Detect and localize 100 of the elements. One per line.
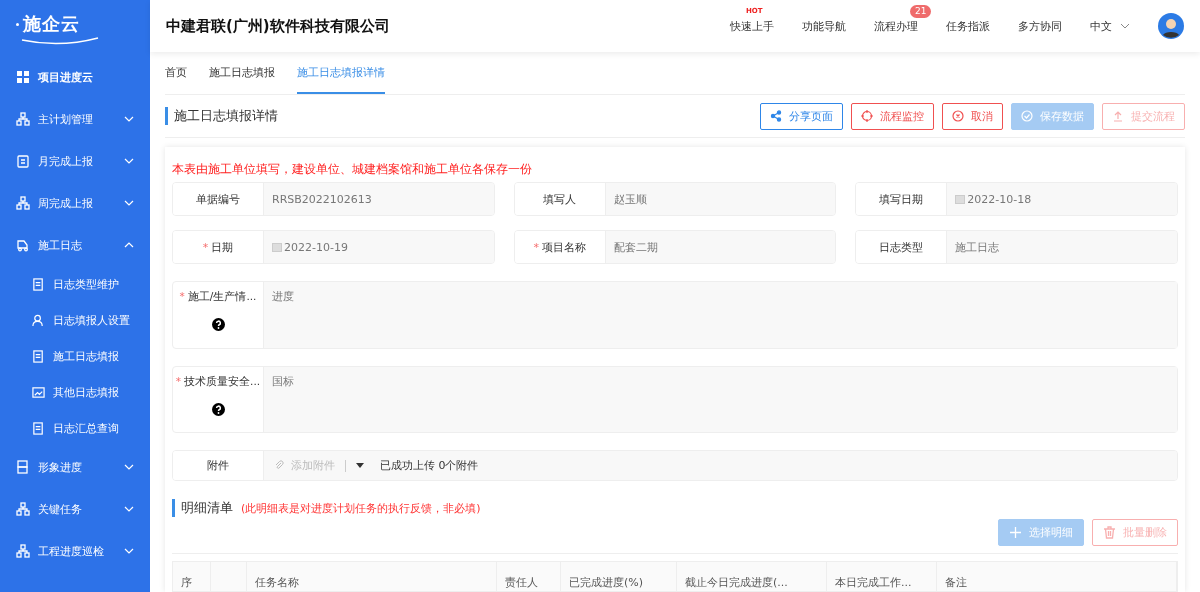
clipboard-icon <box>16 154 30 168</box>
sidebar-subitem[interactable]: 施工日志填报 <box>0 338 150 374</box>
company-name: 中建君联(广州)软件科技有限公司 <box>166 16 391 36</box>
sidebar-item[interactable]: 形象进度 <box>0 446 150 488</box>
share-icon <box>770 110 782 122</box>
field-value: RRSB2022102613 <box>272 192 372 206</box>
calendar-icon <box>955 194 966 204</box>
sidebar-item[interactable]: 项目进度云 <box>0 56 150 98</box>
form-field[interactable]: 日志类型 施工日志 <box>855 230 1178 264</box>
count-badge: 21 <box>910 4 932 18</box>
stack-icon <box>16 460 30 474</box>
sidebar-subitem[interactable]: 日志填报人设置 <box>0 302 150 338</box>
form-field[interactable]: 填写人 赵玉顺 <box>513 182 837 216</box>
field-label: 填写人 <box>543 191 577 207</box>
dropdown-caret-icon[interactable] <box>356 463 364 469</box>
sidebar-item[interactable]: 关键任务 <box>0 488 150 530</box>
chevron-down-icon <box>124 116 134 122</box>
language-select[interactable]: 中文 <box>1090 18 1130 34</box>
upload-status: 已成功上传 0个附件 <box>380 458 479 474</box>
field-value: 国标 <box>272 374 294 388</box>
column-header: 任务名称 <box>255 575 299 590</box>
chevron-up-icon <box>124 242 134 248</box>
field-value: 2022-10-18 <box>967 192 1032 206</box>
column-header: 序 <box>181 575 192 590</box>
hierarchy-icon <box>16 544 30 558</box>
field-value: 施工日志 <box>955 239 1000 255</box>
help-icon[interactable] <box>211 318 225 331</box>
document-icon <box>32 349 45 363</box>
document-icon <box>32 421 45 435</box>
sidebar-item[interactable]: 月完成上报 <box>0 140 150 182</box>
hierarchy-icon <box>16 112 30 126</box>
form-field[interactable]: 单据编号 RRSB2022102613 <box>172 182 495 216</box>
nav-link[interactable]: 流程办理 <box>874 18 918 34</box>
hierarchy-icon <box>16 502 30 516</box>
text-area-field[interactable]: * 技术质量安全... 国标 <box>172 365 1178 434</box>
sidebar-subitem[interactable]: 其他日志填报 <box>0 374 150 410</box>
user-icon <box>32 313 45 327</box>
field-value: 配套二期 <box>613 239 658 255</box>
chevron-down-icon <box>1120 23 1130 29</box>
nav-link[interactable]: 快速上手 <box>730 18 774 34</box>
sidebar-item[interactable]: 工程进度巡检 <box>0 530 150 572</box>
sidebar-item[interactable]: 主计划管理 <box>0 98 150 140</box>
column-header: 备注 <box>945 575 967 590</box>
chevron-down-icon <box>124 548 134 554</box>
field-value: 进度 <box>272 290 294 303</box>
field-label: 附件 <box>207 458 229 474</box>
help-icon[interactable] <box>211 402 225 416</box>
action-button[interactable]: 分享页面 <box>760 102 843 130</box>
sidebar-item[interactable]: 施工日志 <box>0 224 150 266</box>
tab[interactable]: 施工日志填报 <box>209 52 275 94</box>
calendar-icon <box>272 242 282 252</box>
required-mark: * <box>179 290 185 304</box>
chevron-down-icon <box>124 464 134 470</box>
field-label: 技术质量安全... <box>184 374 261 389</box>
avatar-icon[interactable] <box>1158 13 1184 39</box>
action-button[interactable]: 流程监控 <box>851 102 934 130</box>
document-icon <box>32 277 45 291</box>
plus-icon <box>1009 526 1022 540</box>
form-field[interactable]: * 项目名称 配套二期 <box>513 230 837 264</box>
form-field[interactable]: 填写日期 2022-10-18 <box>855 182 1178 216</box>
section-title: 明细清单 <box>172 499 233 518</box>
logo: 施企云 <box>0 0 150 48</box>
required-mark: * <box>533 240 539 254</box>
nav-link[interactable]: 任务指派 <box>946 18 990 34</box>
truck-icon <box>16 238 30 252</box>
section-note: (此明细表是对进度计划任务的执行反馈，非必填) <box>241 501 481 517</box>
required-mark: * <box>202 240 209 254</box>
action-button[interactable]: 取消 <box>942 102 1003 130</box>
text-area-field[interactable]: * 施工/生产情... 进度 <box>172 281 1178 349</box>
chevron-down-icon <box>124 200 134 206</box>
sidebar-item[interactable]: 周完成上报 <box>0 182 150 224</box>
image-icon <box>32 385 45 399</box>
field-label: 日志类型 <box>879 239 924 255</box>
crosshair-icon <box>861 110 873 122</box>
field-value: 2022-10-19 <box>284 240 348 254</box>
field-label: 填写日期 <box>879 191 924 207</box>
field-label: 施工/生产情... <box>187 290 257 304</box>
chevron-down-icon <box>124 506 134 512</box>
field-label: 日期 <box>211 239 234 255</box>
trash-icon <box>1103 526 1116 540</box>
upload-icon <box>1112 110 1124 122</box>
column-header: 本日完成工作... <box>835 575 912 590</box>
tab[interactable]: 首页 <box>165 52 187 94</box>
field-value: 赵玉顺 <box>613 191 647 207</box>
column-header: 已完成进度(%) <box>569 575 644 590</box>
column-header: 截止今日完成进度(... <box>685 575 788 590</box>
chevron-down-icon <box>124 158 134 164</box>
sidebar-subitem[interactable]: 日志汇总查询 <box>0 410 150 446</box>
tab[interactable]: 施工日志填报详情 <box>297 52 385 94</box>
paperclip-icon <box>274 460 285 472</box>
column-header: 责任人 <box>505 575 538 590</box>
notice-text: 本表由施工单位填写，建设单位、城建档案馆和施工单位各保存一份 <box>172 161 533 178</box>
nav-link[interactable]: 功能导航 <box>802 18 846 34</box>
grid-icon <box>16 70 30 84</box>
check-icon <box>1021 110 1033 122</box>
field-label: 项目名称 <box>541 239 586 255</box>
required-mark: * <box>175 374 182 389</box>
sidebar-subitem[interactable]: 日志类型维护 <box>0 266 150 302</box>
form-field[interactable]: * 日期 2022-10-19 <box>172 230 495 264</box>
nav-link[interactable]: 多方协同 <box>1018 18 1062 34</box>
